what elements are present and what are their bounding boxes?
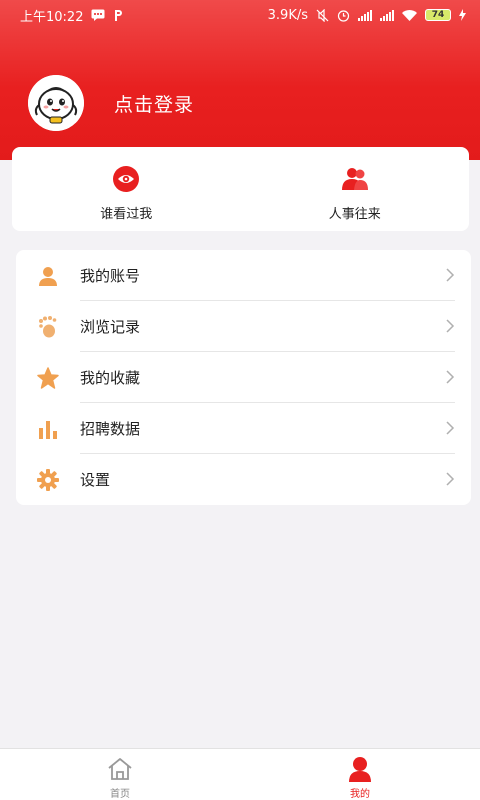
hr-contacts-button[interactable]: 人事往来 [241, 147, 470, 231]
chevron-right-icon [446, 421, 455, 435]
login-link[interactable]: 点击登录 [114, 90, 194, 117]
quick-actions-card: 谁看过我 人事往来 [12, 147, 469, 231]
battery-icon: 74 [425, 9, 451, 21]
footprint-icon [37, 316, 59, 338]
eye-icon [112, 165, 140, 193]
mute-icon [316, 8, 329, 22]
menu-label: 设置 [80, 471, 111, 489]
quick-label: 谁看过我 [100, 207, 153, 222]
status-bar: 上午10:22 3.9K/s 74 [0, 0, 480, 30]
nav-mine[interactable]: 我的 [240, 749, 480, 800]
nav-label: 我的 [350, 789, 370, 800]
signal-icon-2 [380, 9, 394, 21]
people-icon [341, 165, 369, 193]
user-icon [37, 265, 59, 287]
nav-home[interactable]: 首页 [0, 749, 240, 800]
who-viewed-me-button[interactable]: 谁看过我 [12, 147, 241, 231]
bar-chart-icon [37, 418, 59, 440]
menu-item-browse-history[interactable]: 浏览记录 [16, 301, 471, 352]
chevron-right-icon [446, 472, 455, 486]
gear-icon [37, 469, 59, 491]
chevron-right-icon [446, 370, 455, 384]
menu-label: 招聘数据 [80, 420, 141, 438]
menu-label: 我的账号 [80, 267, 141, 285]
signal-icon-1 [358, 9, 372, 21]
chevron-right-icon [446, 268, 455, 282]
nav-label: 首页 [110, 789, 130, 800]
bottom-nav: 首页 我的 [0, 748, 480, 800]
quick-label: 人事往来 [328, 207, 381, 222]
star-icon [37, 367, 59, 389]
chevron-right-icon [446, 319, 455, 333]
menu-card: 我的账号 浏览记录 我的收藏 招聘数据 设置 [16, 250, 471, 505]
menu-item-my-favorites[interactable]: 我的收藏 [16, 352, 471, 403]
menu-item-recruitment-data[interactable]: 招聘数据 [16, 403, 471, 454]
p-app-icon [113, 9, 123, 22]
menu-item-settings[interactable]: 设置 [16, 454, 471, 505]
profile-icon [346, 755, 374, 782]
menu-item-my-account[interactable]: 我的账号 [16, 250, 471, 301]
avatar[interactable] [28, 75, 84, 131]
mascot-avatar-icon [28, 75, 84, 131]
message-icon [91, 9, 105, 21]
menu-label: 我的收藏 [80, 369, 141, 387]
home-icon [106, 755, 134, 782]
menu-label: 浏览记录 [80, 318, 141, 336]
status-time: 上午10:22 [20, 9, 84, 25]
network-speed: 3.9K/s [267, 7, 308, 23]
alarm-icon [337, 9, 350, 22]
wifi-icon [402, 9, 417, 21]
charging-icon [459, 9, 466, 21]
